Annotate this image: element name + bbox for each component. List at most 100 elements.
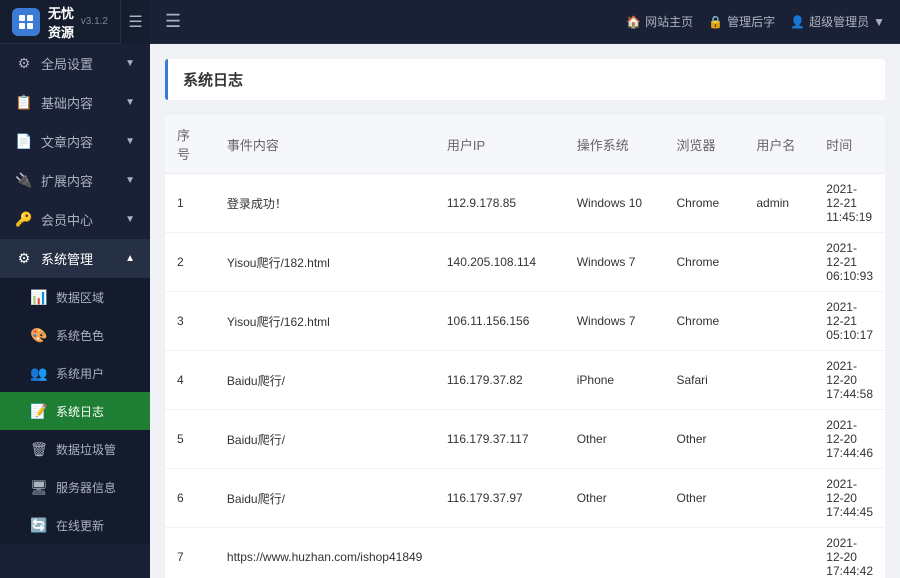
chevron-down-icon: ▼ <box>125 97 135 108</box>
page-title: 系统日志 <box>165 59 885 100</box>
table-header: 序号 事件内容 用户IP 操作系统 浏览器 用户名 时间 <box>165 115 885 174</box>
cell-id: 7 <box>165 528 215 578</box>
text-icon: 📄 <box>15 133 33 151</box>
cell-id: 1 <box>165 174 215 233</box>
sidebar-item-server-info[interactable]: 🖥 服务器信息 <box>0 468 150 506</box>
cell-user <box>744 528 814 578</box>
sidebar-item-extended[interactable]: 🔌 扩展内容 ▼ <box>0 161 150 200</box>
cell-ip: 116.179.37.117 <box>435 410 565 469</box>
cell-ip: 140.205.108.114 <box>435 233 565 292</box>
system-submenu: 📊 数据区域 🎨 系统色色 👥 系统用户 📝 系统日志 🗑 数据垃圾管 🖥 <box>0 278 150 544</box>
sidebar-item-label: 扩展内容 <box>41 171 93 190</box>
cell-event: Baidu爬行/ <box>215 410 435 469</box>
cell-os: iPhone <box>565 351 665 410</box>
sidebar-sub-label: 系统色色 <box>56 327 104 344</box>
sidebar-nav: ⚙ 全局设置 ▼ 📋 基础内容 ▼ 📄 文章内容 ▼ 🔌 扩展内容 ▼ 🔑 会员… <box>0 44 150 578</box>
table-row: 2 Yisou爬行/182.html 140.205.108.114 Windo… <box>165 233 885 292</box>
recycle-icon: 🗑 <box>30 440 48 458</box>
website-home-label: 网站主页 <box>645 13 693 30</box>
sidebar-item-data-region[interactable]: 📊 数据区域 <box>0 278 150 316</box>
cell-event: 登录成功！ <box>215 174 435 233</box>
logo-version: v3.1.2 <box>81 16 108 27</box>
member-icon: 🔑 <box>15 211 33 229</box>
cell-user <box>744 351 814 410</box>
cell-event: Baidu爬行/ <box>215 351 435 410</box>
admin-arrow-icon: ▼ <box>873 15 885 29</box>
sidebar-item-online-update[interactable]: 🔄 在线更新 <box>0 506 150 544</box>
chevron-up-icon: ▲ <box>125 253 135 264</box>
log-icon: 📝 <box>30 402 48 420</box>
color-icon: 🎨 <box>30 326 48 344</box>
cell-browser: Chrome <box>664 174 744 233</box>
log-table: 序号 事件内容 用户IP 操作系统 浏览器 用户名 时间 1 登录成功！ 112… <box>165 115 885 578</box>
cell-user: admin <box>744 174 814 233</box>
cell-os: Other <box>565 469 665 528</box>
sidebar-item-label: 系统管理 <box>41 249 93 268</box>
manage-backend-btn[interactable]: 🔒 管理后字 <box>708 13 775 30</box>
table-row: 4 Baidu爬行/ 116.179.37.82 iPhone Safari 2… <box>165 351 885 410</box>
cell-ip: 112.9.178.85 <box>435 174 565 233</box>
cell-time: 2021-12-21 05:10:17 <box>814 292 885 351</box>
chevron-down-icon: ▼ <box>125 214 135 225</box>
main-content: ☰ 🏠 网站主页 🔒 管理后字 👤 超级管理员 ▼ 系统日志 <box>150 0 900 578</box>
cell-os <box>565 528 665 578</box>
logo-icon <box>12 8 40 36</box>
cell-event: Baidu爬行/ <box>215 469 435 528</box>
sidebar-item-member[interactable]: 🔑 会员中心 ▼ <box>0 200 150 239</box>
sidebar-item-label: 文章内容 <box>41 132 93 151</box>
sidebar-item-label: 基础内容 <box>41 93 93 112</box>
data-icon: 📊 <box>30 288 48 306</box>
cell-browser: Safari <box>664 351 744 410</box>
cell-browser: Chrome <box>664 233 744 292</box>
cell-ip <box>435 528 565 578</box>
topbar-right: 🏠 网站主页 🔒 管理后字 👤 超级管理员 ▼ <box>626 13 885 30</box>
log-table-wrapper: 序号 事件内容 用户IP 操作系统 浏览器 用户名 时间 1 登录成功！ 112… <box>165 115 885 578</box>
sidebar-item-all-settings[interactable]: ⚙ 全局设置 ▼ <box>0 44 150 83</box>
super-admin-btn[interactable]: 👤 超级管理员 ▼ <box>790 13 885 30</box>
sidebar-item-system-log[interactable]: 📝 系统日志 <box>0 392 150 430</box>
col-os: 操作系统 <box>565 115 665 174</box>
cell-time: 2021-12-21 11:45:19 <box>814 174 885 233</box>
table-row: 3 Yisou爬行/162.html 106.11.156.156 Window… <box>165 292 885 351</box>
cell-ip: 106.11.156.156 <box>435 292 565 351</box>
sidebar-item-recycle-bin[interactable]: 🗑 数据垃圾管 <box>0 430 150 468</box>
lock-icon: 🔒 <box>708 15 723 29</box>
sidebar-item-system-color[interactable]: 🎨 系统色色 <box>0 316 150 354</box>
sidebar-item-basic-content[interactable]: 📋 基础内容 ▼ <box>0 83 150 122</box>
system-icon: ⚙ <box>15 250 33 268</box>
sidebar-item-text-content[interactable]: 📄 文章内容 ▼ <box>0 122 150 161</box>
cell-os: Windows 7 <box>565 292 665 351</box>
sidebar-sub-label: 数据区域 <box>56 289 104 306</box>
cell-browser: Other <box>664 469 744 528</box>
cell-time: 2021-12-20 17:44:46 <box>814 410 885 469</box>
table-body: 1 登录成功！ 112.9.178.85 Windows 10 Chrome a… <box>165 174 885 578</box>
server-icon: 🖥 <box>30 478 48 496</box>
cell-time: 2021-12-21 06:10:93 <box>814 233 885 292</box>
cell-time: 2021-12-20 17:44:42 <box>814 528 885 578</box>
menu-toggle[interactable]: ☰ <box>120 0 150 44</box>
col-user: 用户名 <box>744 115 814 174</box>
sidebar: 无忧资源 v3.1.2 ☰ ⚙ 全局设置 ▼ 📋 基础内容 ▼ 📄 文章内容 ▼… <box>0 0 150 578</box>
sidebar-item-system-user[interactable]: 👥 系统用户 <box>0 354 150 392</box>
sidebar-sub-label: 服务器信息 <box>56 479 116 496</box>
cell-id: 2 <box>165 233 215 292</box>
sidebar-sub-label: 数据垃圾管 <box>56 441 116 458</box>
sidebar-item-label: 全局设置 <box>41 54 93 73</box>
cell-event: Yisou爬行/182.html <box>215 233 435 292</box>
settings-icon: ⚙ <box>15 55 33 73</box>
table-row: 1 登录成功！ 112.9.178.85 Windows 10 Chrome a… <box>165 174 885 233</box>
cell-id: 4 <box>165 351 215 410</box>
cell-time: 2021-12-20 17:44:45 <box>814 469 885 528</box>
user-icon: 👤 <box>790 15 805 29</box>
content-area: 系统日志 序号 事件内容 用户IP 操作系统 浏览器 用户名 时间 1 登 <box>150 44 900 578</box>
cell-os: Windows 7 <box>565 233 665 292</box>
sidebar-item-system-mgmt[interactable]: ⚙ 系统管理 ▲ <box>0 239 150 278</box>
cell-user <box>744 292 814 351</box>
cell-ip: 116.179.37.97 <box>435 469 565 528</box>
cell-id: 5 <box>165 410 215 469</box>
update-icon: 🔄 <box>30 516 48 534</box>
cell-id: 3 <box>165 292 215 351</box>
col-event: 事件内容 <box>215 115 435 174</box>
user-group-icon: 👥 <box>30 364 48 382</box>
website-home-btn[interactable]: 🏠 网站主页 <box>626 13 693 30</box>
